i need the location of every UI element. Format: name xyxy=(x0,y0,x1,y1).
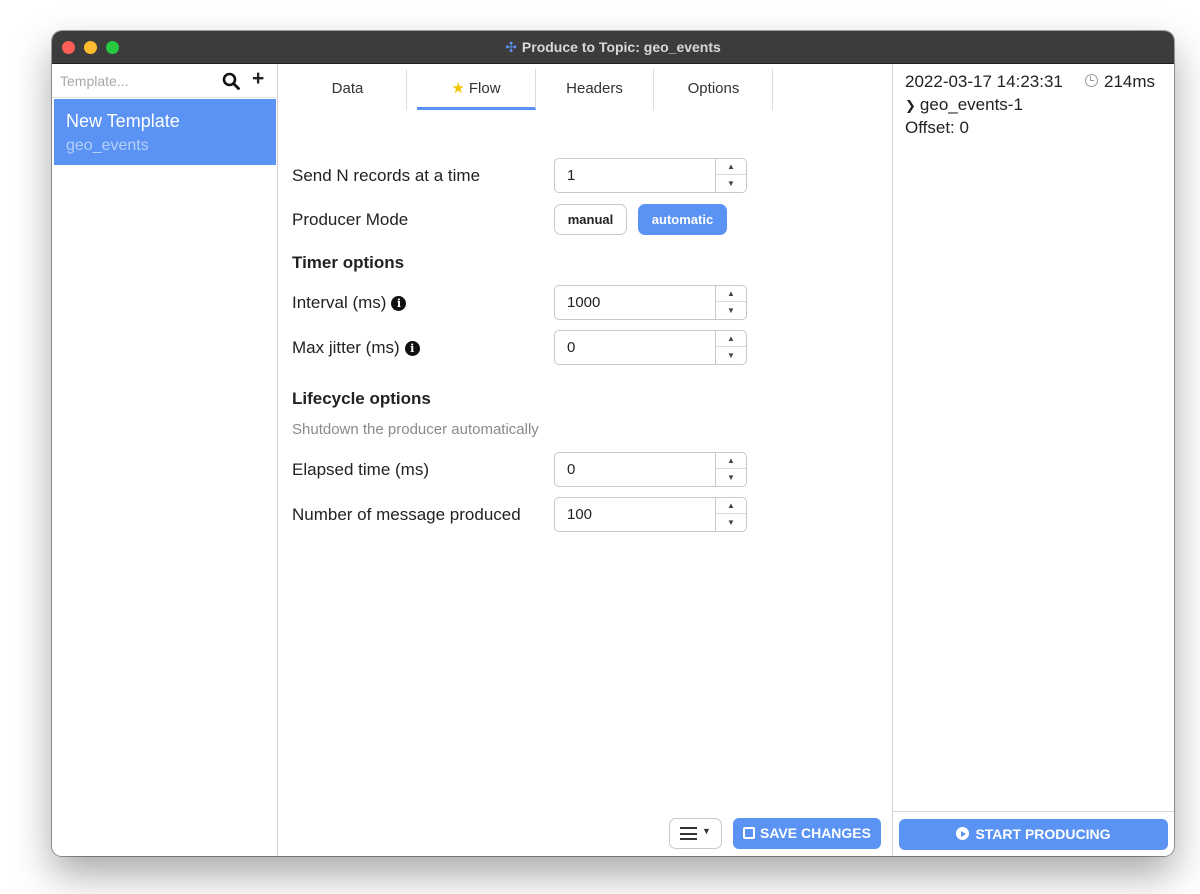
clock-icon xyxy=(1085,74,1098,87)
chevron-down-icon: ▼ xyxy=(702,826,711,836)
manual-mode-button[interactable]: manual xyxy=(554,204,627,235)
interval-label: Interval (ms) i xyxy=(292,293,407,313)
interval-spin-buttons: ▲ ▼ xyxy=(715,286,746,319)
automatic-mode-button[interactable]: automatic xyxy=(638,204,727,235)
decrement-button[interactable]: ▼ xyxy=(716,303,746,319)
info-icon[interactable]: i xyxy=(404,341,420,356)
save-changes-button[interactable]: SAVE CHANGES xyxy=(733,818,881,849)
decrement-button[interactable]: ▼ xyxy=(716,515,746,531)
increment-button[interactable]: ▲ xyxy=(716,498,746,514)
kafka-icon: ✣ xyxy=(505,39,517,55)
decrement-button[interactable]: ▼ xyxy=(716,348,746,364)
info-icon[interactable]: i xyxy=(391,296,407,311)
increment-button[interactable]: ▲ xyxy=(716,331,746,347)
producer-config-panel: Data ★ Flow Headers Options Send N record… xyxy=(279,64,892,856)
max-jitter-input[interactable] xyxy=(555,331,715,364)
template-search-row: + xyxy=(52,64,277,98)
send-n-stepper: ▲ ▼ xyxy=(554,158,747,193)
log-timestamp: 2022-03-17 14:23:31 xyxy=(905,72,1063,91)
tab-options[interactable]: Options xyxy=(655,69,773,110)
producer-mode-label: Producer Mode xyxy=(292,210,409,229)
increment-button[interactable]: ▲ xyxy=(716,286,746,302)
decrement-button[interactable]: ▼ xyxy=(716,176,746,192)
num-messages-input[interactable] xyxy=(555,498,715,531)
elapsed-time-label: Elapsed time (ms) xyxy=(292,460,429,479)
hamburger-icon xyxy=(680,827,697,840)
tab-headers[interactable]: Headers xyxy=(536,69,654,110)
num-messages-stepper: ▲ ▼ xyxy=(554,497,747,532)
add-template-icon[interactable]: + xyxy=(252,67,264,91)
search-icon[interactable] xyxy=(222,72,240,90)
tab-flow[interactable]: ★ Flow xyxy=(417,69,536,110)
template-panel: + New Template geo_events xyxy=(52,64,278,856)
produce-log: 2022-03-17 14:23:31 214ms ❯ geo_events-1 … xyxy=(893,64,1174,812)
produce-log-panel: 2022-03-17 14:23:31 214ms ❯ geo_events-1 … xyxy=(892,64,1174,856)
timer-options-heading: Timer options xyxy=(292,253,405,272)
send-n-input[interactable] xyxy=(555,159,715,192)
more-menu-button[interactable]: ▼ xyxy=(669,818,722,849)
decrement-button[interactable]: ▼ xyxy=(716,470,746,486)
max-jitter-stepper: ▲ ▼ xyxy=(554,330,747,365)
log-duration: 214ms xyxy=(1085,72,1155,92)
log-partition[interactable]: ❯ geo_events-1 xyxy=(905,95,1023,115)
elapsed-time-stepper: ▲ ▼ xyxy=(554,452,747,487)
max-jitter-spin-buttons: ▲ ▼ xyxy=(715,331,746,364)
star-icon: ★ xyxy=(451,80,465,97)
elapsed-time-spin-buttons: ▲ ▼ xyxy=(715,453,746,486)
template-item[interactable]: New Template geo_events xyxy=(54,99,276,165)
template-topic: geo_events xyxy=(66,137,149,154)
interval-input[interactable] xyxy=(555,286,715,319)
start-producing-button[interactable]: START PRODUCING xyxy=(899,819,1168,850)
window-title: ✣ Produce to Topic: geo_events xyxy=(505,39,721,55)
title-bar: ✣ Produce to Topic: geo_events xyxy=(52,31,1174,64)
send-n-spin-buttons: ▲ ▼ xyxy=(715,159,746,192)
floppy-disk-icon xyxy=(743,827,755,839)
increment-button[interactable]: ▲ xyxy=(716,453,746,469)
num-messages-label: Number of message produced xyxy=(292,505,521,524)
play-circle-icon xyxy=(956,827,970,840)
lifecycle-note: Shutdown the producer automatically xyxy=(292,421,539,438)
interval-stepper: ▲ ▼ xyxy=(554,285,747,320)
lifecycle-options-heading: Lifecycle options xyxy=(292,389,431,408)
max-jitter-label: Max jitter (ms) i xyxy=(292,338,420,358)
tab-data[interactable]: Data xyxy=(289,69,407,110)
num-messages-spin-buttons: ▲ ▼ xyxy=(715,498,746,531)
template-search-input[interactable] xyxy=(60,71,210,91)
send-n-label: Send N records at a time xyxy=(292,166,481,185)
app-window: ✣Produce to Topic: geo_events + New Temp… xyxy=(52,31,1174,856)
elapsed-time-input[interactable] xyxy=(555,453,715,486)
chevron-right-icon: ❯ xyxy=(905,98,916,113)
log-offset: Offset: 0 xyxy=(905,118,969,137)
increment-button[interactable]: ▲ xyxy=(716,159,746,175)
template-name: New Template xyxy=(66,111,180,131)
